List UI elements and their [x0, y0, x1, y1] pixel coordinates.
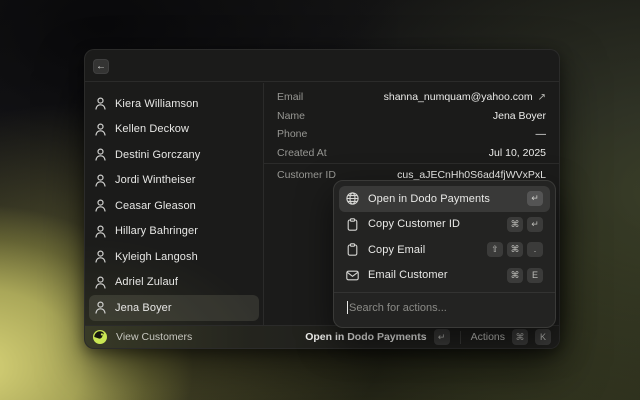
customer-name: Jena Boyer — [115, 302, 172, 314]
person-icon — [95, 123, 106, 136]
detail-label: Name — [277, 110, 305, 122]
dodo-payments-logo-icon — [93, 330, 107, 344]
return-key-badge: ↵ — [527, 217, 543, 232]
person-icon — [95, 225, 106, 238]
detail-label: Created At — [277, 147, 327, 159]
customer-name: Jordi Wintheiser — [115, 174, 195, 186]
person-icon — [95, 97, 106, 110]
back-button[interactable]: ← — [93, 59, 109, 74]
customer-name: Kyleigh Langosh — [115, 251, 198, 263]
cmd-key-badge: ⌘ — [507, 242, 523, 257]
customer-id-value: cus_aJECnHh0S6ad4fjWVxPxL — [397, 169, 546, 181]
detail-row-name: Name Jena Boyer — [277, 107, 546, 126]
cmd-key-badge: ⌘ — [512, 329, 528, 345]
menu-item-email-customer[interactable]: Email Customer ⌘ E — [339, 263, 550, 289]
brand: View Customers — [93, 330, 192, 344]
detail-label: Customer ID — [277, 169, 336, 181]
customer-name: Kiera Williamson — [115, 98, 199, 110]
menu-item-label: Open in Dodo Payments — [368, 193, 518, 205]
menu-item-label: Email Customer — [368, 269, 498, 281]
person-icon — [95, 301, 106, 314]
list-item-selected[interactable]: Jena Boyer — [89, 295, 259, 321]
customer-name: Destini Gorczany — [115, 149, 200, 161]
customer-name: Ceasar Gleason — [115, 200, 196, 212]
search-row — [339, 293, 550, 322]
customer-name: Hillary Bahringer — [115, 225, 198, 237]
return-key-badge: ↵ — [527, 191, 543, 206]
footer-actions: Open in Dodo Payments ↵ Actions ⌘ K — [305, 329, 551, 345]
person-icon — [95, 148, 106, 161]
window-header: ← — [85, 50, 559, 82]
primary-action-label[interactable]: Open in Dodo Payments — [305, 331, 426, 343]
list-item[interactable]: Ceasar Gleason — [89, 193, 259, 219]
actions-menu-label[interactable]: Actions — [471, 331, 505, 343]
person-icon — [95, 250, 106, 263]
list-item[interactable]: Destini Gorczany — [89, 142, 259, 168]
list-item[interactable]: Adriel Zulauf — [89, 270, 259, 296]
clipboard-icon — [346, 243, 359, 256]
return-key-badge: ↵ — [434, 329, 450, 345]
person-icon — [95, 276, 106, 289]
list-item[interactable]: Hillary Bahringer — [89, 219, 259, 245]
view-customers-label[interactable]: View Customers — [116, 331, 192, 343]
detail-label: Phone — [277, 128, 307, 140]
name-value: Jena Boyer — [493, 110, 546, 122]
detail-row-created-at: Created At Jul 10, 2025 — [277, 144, 546, 163]
external-link-icon[interactable]: ↗ — [538, 92, 546, 103]
envelope-icon — [346, 269, 359, 282]
phone-value: — — [536, 128, 547, 140]
menu-item-open-in-dodo-payments[interactable]: Open in Dodo Payments ↵ — [339, 186, 550, 212]
email-value: shanna_numquam@yahoo.com — [384, 91, 533, 103]
text-caret — [347, 301, 348, 314]
created-at-value: Jul 10, 2025 — [489, 147, 546, 159]
customer-name: Adriel Zulauf — [115, 276, 178, 288]
details-divider — [264, 163, 559, 164]
menu-item-copy-customer-id[interactable]: Copy Customer ID ⌘ ↵ — [339, 212, 550, 238]
person-icon — [95, 199, 106, 212]
menu-item-label: Copy Email — [368, 244, 478, 256]
list-item[interactable]: Kyleigh Langosh — [89, 244, 259, 270]
back-arrow-icon: ← — [96, 62, 106, 72]
actions-popup: Open in Dodo Payments ↵ Copy Customer ID… — [333, 180, 556, 328]
e-key-badge: E — [527, 268, 543, 283]
detail-row-email: Email shanna_numquam@yahoo.com ↗ — [277, 88, 546, 107]
footer-separator — [460, 331, 461, 344]
k-key-badge: K — [535, 329, 551, 345]
menu-item-copy-email[interactable]: Copy Email ⇧ ⌘ . — [339, 237, 550, 263]
shift-key-badge: ⇧ — [487, 242, 503, 257]
list-item[interactable]: Jordi Wintheiser — [89, 168, 259, 194]
desktop-background: ← Kiera Williamson Kellen Deckow Destini… — [0, 0, 640, 400]
list-item[interactable]: Kiera Williamson — [89, 91, 259, 117]
list-item[interactable]: Kellen Deckow — [89, 117, 259, 143]
search-input[interactable] — [339, 293, 550, 322]
person-icon — [95, 174, 106, 187]
cmd-key-badge: ⌘ — [507, 217, 523, 232]
clipboard-icon — [346, 218, 359, 231]
detail-row-phone: Phone — — [277, 125, 546, 144]
period-key-badge: . — [527, 242, 543, 257]
customer-name: Kellen Deckow — [115, 123, 189, 135]
menu-item-label: Copy Customer ID — [368, 218, 498, 230]
cmd-key-badge: ⌘ — [507, 268, 523, 283]
customer-list: Kiera Williamson Kellen Deckow Destini G… — [85, 83, 264, 325]
globe-icon — [346, 192, 359, 205]
detail-label: Email — [277, 91, 303, 103]
footer-bar: View Customers Open in Dodo Payments ↵ A… — [85, 325, 559, 348]
